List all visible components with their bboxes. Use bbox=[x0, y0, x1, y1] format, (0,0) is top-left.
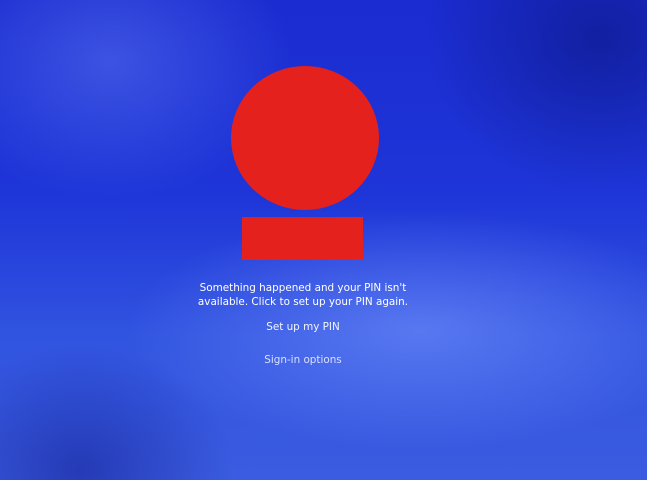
pin-error-line-2: available. Click to set up your PIN agai… bbox=[197, 296, 409, 308]
user-avatar bbox=[231, 66, 379, 210]
sign-in-options-link[interactable]: Sign-in options bbox=[203, 353, 403, 367]
pin-error-line-1: Something happened and your PIN isn't bbox=[199, 282, 407, 294]
set-up-pin-link[interactable]: Set up my PIN bbox=[203, 320, 403, 334]
lock-screen: Something happened and your PIN isn't av… bbox=[0, 0, 647, 480]
user-name-redacted bbox=[242, 217, 363, 260]
pin-error-message: Something happened and your PIN isn't av… bbox=[183, 281, 423, 309]
